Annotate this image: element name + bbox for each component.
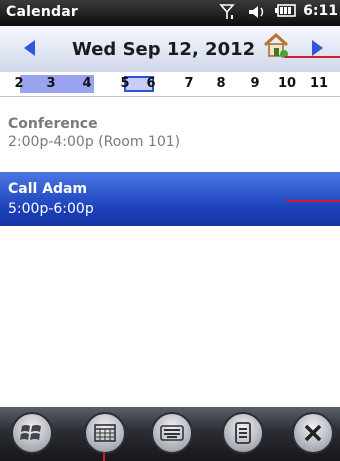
- annotation-line: [286, 200, 340, 202]
- week-day-4[interactable]: 4: [76, 76, 98, 91]
- previous-day-icon[interactable]: [24, 40, 35, 56]
- battery-icon[interactable]: [275, 3, 296, 19]
- week-day-11[interactable]: 11: [308, 76, 330, 91]
- week-day-10[interactable]: 10: [276, 76, 298, 91]
- app-title: Calendar: [6, 4, 78, 20]
- appointment-title: Conference: [8, 116, 98, 132]
- volume-icon[interactable]: [247, 3, 265, 19]
- start-menu-icon[interactable]: [11, 412, 53, 454]
- week-day-9[interactable]: 9: [244, 76, 266, 91]
- clock-time[interactable]: 6:11: [303, 3, 338, 19]
- signal-icon[interactable]: [219, 3, 237, 19]
- calendar-view-icon[interactable]: [84, 412, 126, 454]
- annotation-line: [103, 453, 105, 461]
- week-day-2[interactable]: 2: [8, 76, 30, 91]
- current-date: Wed Sep 12, 2012: [72, 39, 256, 60]
- week-day-3[interactable]: 3: [40, 76, 62, 91]
- appointment-details: 2:00p-4:00p (Room 101): [8, 134, 181, 150]
- week-day-7[interactable]: 7: [178, 76, 200, 91]
- keyboard-icon[interactable]: [151, 412, 193, 454]
- appointment-title: Call Adam: [8, 181, 88, 197]
- date-header: Wed Sep 12, 2012: [0, 26, 340, 73]
- appointment-details: 5:00p-6:00p: [8, 201, 94, 217]
- week-strip: 2 3 4 5 6 7 8 9 10 11: [0, 72, 340, 97]
- annotation-line: [285, 56, 340, 58]
- appointment-item[interactable]: Conference 2:00p-4:00p (Room 101): [0, 108, 340, 158]
- week-day-6[interactable]: 6: [140, 76, 162, 91]
- bottom-toolbar: [0, 407, 340, 461]
- next-day-icon[interactable]: [312, 40, 323, 56]
- close-icon[interactable]: [292, 412, 334, 454]
- week-day-5[interactable]: 5: [114, 76, 136, 91]
- status-bar: Calendar 6:11: [0, 0, 340, 26]
- menu-icon[interactable]: [222, 412, 264, 454]
- appointment-item-selected[interactable]: Call Adam 5:00p-6:00p: [0, 172, 340, 226]
- week-day-8[interactable]: 8: [210, 76, 232, 91]
